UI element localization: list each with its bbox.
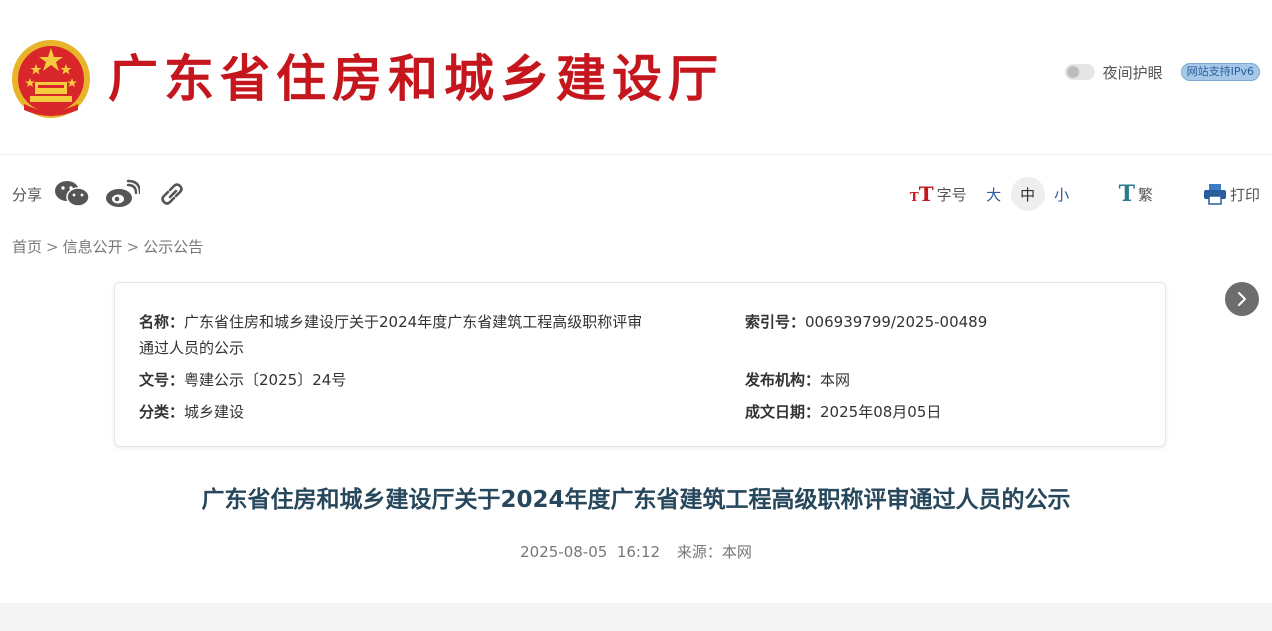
print-button[interactable]: 打印 bbox=[1203, 183, 1260, 205]
info-doc-number-key: 文号： bbox=[139, 371, 185, 389]
weibo-icon bbox=[106, 179, 141, 207]
info-index-value: 006939799/2025-00489 bbox=[805, 313, 988, 331]
info-category-key: 分类： bbox=[139, 403, 185, 421]
info-date-key: 成文日期： bbox=[745, 403, 821, 421]
national-emblem-icon bbox=[12, 40, 90, 118]
reading-tools: TT 字号 大 中 小 T 繁 打印 bbox=[910, 172, 1260, 216]
document-info-card: 名称：广东省住房和城乡建设厅关于2024年度广东省建筑工程高级职称评审 通过人员… bbox=[114, 282, 1166, 447]
font-size-medium[interactable]: 中 bbox=[1010, 177, 1045, 211]
header-utilities: 夜间护眼 网站支持IPv6 bbox=[1064, 60, 1260, 84]
print-label: 打印 bbox=[1229, 185, 1260, 204]
chevron-right-icon bbox=[1238, 292, 1246, 306]
article-source-label: 来源： bbox=[676, 543, 722, 561]
article-meta: 2025-08-05 16:12 来源：本网 bbox=[0, 540, 1272, 564]
page: 广东省住房和城乡建设厅 夜间护眼 网站支持IPv6 分享 T T 字号 大 中 … bbox=[0, 0, 1272, 631]
info-doc-number-value: 粤建公示〔2025〕24号 bbox=[184, 371, 347, 389]
info-index: 索引号：006939799/2025-00489 bbox=[745, 309, 987, 335]
breadcrumb-announcements[interactable]: 公示公告 bbox=[143, 236, 203, 257]
font-size-label: 字号 bbox=[936, 185, 967, 204]
font-size-icon: TT bbox=[909, 182, 934, 206]
breadcrumb-separator: > bbox=[46, 237, 59, 256]
info-date: 成文日期：2025年08月05日 bbox=[745, 399, 941, 425]
font-size-small[interactable]: 小 bbox=[1045, 177, 1079, 211]
article-time: 16:12 bbox=[616, 543, 661, 561]
site-title: 广东省住房和城乡建设厅 bbox=[108, 49, 724, 108]
article-date: 2025-08-05 bbox=[520, 543, 608, 561]
night-mode-label: 夜间护眼 bbox=[1102, 63, 1163, 82]
wechat-share-button[interactable] bbox=[54, 178, 90, 210]
printer-icon bbox=[1203, 184, 1226, 205]
link-icon bbox=[161, 183, 183, 205]
night-mode-toggle[interactable] bbox=[1064, 64, 1095, 80]
info-name: 名称：广东省住房和城乡建设厅关于2024年度广东省建筑工程高级职称评审 通过人员… bbox=[139, 309, 729, 361]
copy-link-button[interactable] bbox=[154, 178, 190, 210]
traditional-label: 繁 bbox=[1137, 185, 1153, 204]
weibo-share-button[interactable] bbox=[104, 178, 141, 210]
breadcrumb-info-public[interactable]: 信息公开 bbox=[63, 236, 123, 257]
info-name-value-line1: 广东省住房和城乡建设厅关于2024年度广东省建筑工程高级职称评审 bbox=[184, 313, 643, 331]
article-title: 广东省住房和城乡建设厅关于2024年度广东省建筑工程高级职称评审通过人员的公示 bbox=[201, 487, 1071, 513]
info-category-value: 城乡建设 bbox=[184, 403, 245, 421]
article-date-time: 2025-08-05 16:12 bbox=[520, 543, 660, 561]
font-size-tool: TT 字号 bbox=[910, 182, 967, 206]
info-name-key: 名称： bbox=[139, 313, 185, 331]
info-publisher-value: 本网 bbox=[820, 371, 851, 389]
article-source: 来源：本网 bbox=[677, 543, 752, 561]
article-source-value: 本网 bbox=[721, 543, 752, 561]
article-toolbar: 分享 T T 字号 大 中 小 T 繁 打印 bbox=[0, 172, 1272, 216]
info-publisher: 发布机构：本网 bbox=[745, 367, 850, 393]
info-category: 分类：城乡建设 bbox=[139, 399, 244, 425]
info-index-key: 索引号： bbox=[745, 313, 806, 331]
toggle-knob bbox=[1066, 66, 1079, 78]
ipv6-badge[interactable]: 网站支持IPv6 bbox=[1180, 63, 1260, 81]
content-divider-band bbox=[0, 603, 1272, 631]
breadcrumb-separator: > bbox=[126, 237, 140, 256]
next-arrow-button[interactable] bbox=[1225, 282, 1259, 316]
site-header: 广东省住房和城乡建设厅 夜间护眼 网站支持IPv6 bbox=[0, 0, 1272, 155]
breadcrumb: 首页 > 信息公开 > 公示公告 bbox=[12, 236, 203, 257]
font-size-large[interactable]: 大 bbox=[977, 177, 1011, 211]
breadcrumb-home[interactable]: 首页 bbox=[12, 236, 42, 257]
info-publisher-key: 发布机构： bbox=[745, 371, 821, 389]
info-doc-number: 文号：粤建公示〔2025〕24号 bbox=[139, 367, 346, 393]
traditional-icon: T bbox=[1118, 181, 1135, 207]
info-date-value: 2025年08月05日 bbox=[820, 403, 942, 421]
info-name-value-line2: 通过人员的公示 bbox=[139, 339, 245, 357]
traditional-chinese-button[interactable]: T 繁 bbox=[1119, 181, 1153, 207]
wechat-icon bbox=[55, 181, 90, 207]
share-bar: 分享 bbox=[12, 172, 204, 216]
share-label: 分享 bbox=[12, 185, 43, 204]
